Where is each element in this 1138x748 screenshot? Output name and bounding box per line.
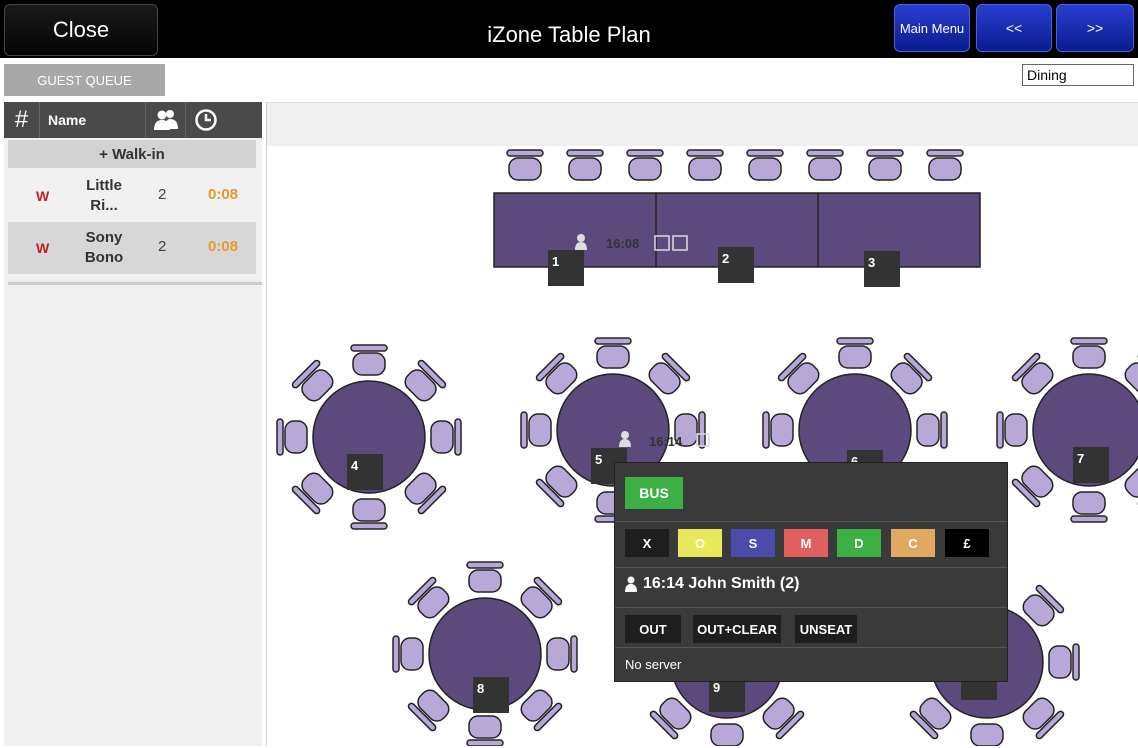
chair [762,411,794,449]
chair [746,149,784,181]
divider [615,521,1007,522]
chair [686,149,724,181]
chair [276,418,308,456]
guest-queue-panel: # Name + Walk-in W Little Ri... 2 0:08 W [4,102,262,746]
out-button[interactable]: OUT [625,615,681,643]
top-bar: Close iZone Table Plan Main Menu << >> [0,0,1138,58]
chair [996,411,1028,449]
area-select[interactable]: Dining [1022,64,1134,86]
divider [615,607,1007,608]
column-number: # [4,102,40,138]
column-name: Name [40,102,146,138]
chair [594,337,632,369]
chair [1070,491,1108,523]
divider [615,567,1007,568]
status-button-pound[interactable]: £ [945,529,989,557]
status-button-m[interactable]: M [784,529,828,557]
reservation-time: 16:08 [606,236,639,251]
table-number: 9 [713,680,720,695]
chair [392,635,424,673]
chair [466,561,504,593]
table-number: 5 [595,452,602,467]
guest-queue-button[interactable]: GUEST QUEUE [4,64,165,96]
guest-name: Little Ri... [86,177,122,214]
queue-row[interactable]: W Sony Bono 2 0:08 [8,222,256,274]
out-clear-button[interactable]: OUT+CLEAR [693,615,781,643]
main-menu-button[interactable]: Main Menu [894,4,970,52]
chair [916,411,948,449]
chair [626,149,664,181]
chair [430,418,462,456]
chair [350,344,388,376]
chair [806,149,844,181]
table-number: 3 [868,255,875,270]
status-button-c[interactable]: C [891,529,935,557]
status-button-x[interactable]: X [625,529,669,557]
status-button-d[interactable]: D [837,529,881,557]
server-status: No server [625,657,682,672]
chair [1070,337,1108,369]
person-icon [621,431,629,439]
queue-header: # Name [4,102,262,138]
queue-divider [8,282,262,285]
chair [836,337,874,369]
guest-covers: 2 [158,186,167,203]
queue-type: W [36,188,50,204]
chair [566,149,604,181]
reservation-time: 16:14 [649,434,683,449]
person-icon [577,234,585,242]
chair [466,715,504,746]
chair [506,149,544,181]
table-action-popup: BUS X O S M D C £ 16:14 John Smith (2) O… [614,462,1008,682]
chair [546,635,578,673]
table-number: 1 [552,254,559,269]
person-icon [625,576,637,592]
reservation-text: 16:14 John Smith (2) [643,575,800,592]
next-button[interactable]: >> [1056,4,1134,52]
chair [866,149,904,181]
chair [1048,643,1080,681]
covers-icon [146,102,186,138]
previous-button[interactable]: << [976,4,1052,52]
status-button-o[interactable]: O [678,529,722,557]
guest-covers: 2 [158,238,167,255]
table-number: 4 [351,458,359,473]
status-button-s[interactable]: S [731,529,775,557]
unseat-button[interactable]: UNSEAT [795,615,857,643]
chair [926,149,964,181]
queue-type: W [36,240,50,256]
clock-icon [186,102,226,138]
guest-name: Sony Bono [84,229,124,266]
chair [970,723,1004,746]
walk-in-button[interactable]: + Walk-in [8,140,256,168]
bus-button[interactable]: BUS [625,477,683,509]
chair [710,723,744,746]
reservation-info: 16:14 John Smith (2) [625,575,799,593]
guest-wait-time: 0:08 [208,186,239,203]
chair [520,411,552,449]
chair [350,498,388,530]
sub-toolbar [0,58,1138,102]
table-number: 2 [722,251,729,266]
queue-row[interactable]: W Little Ri... 2 0:08 [8,170,256,222]
table-number: 8 [477,681,484,696]
table-number: 7 [1077,451,1084,466]
guest-wait-time: 0:08 [208,238,239,255]
divider [615,647,1007,648]
